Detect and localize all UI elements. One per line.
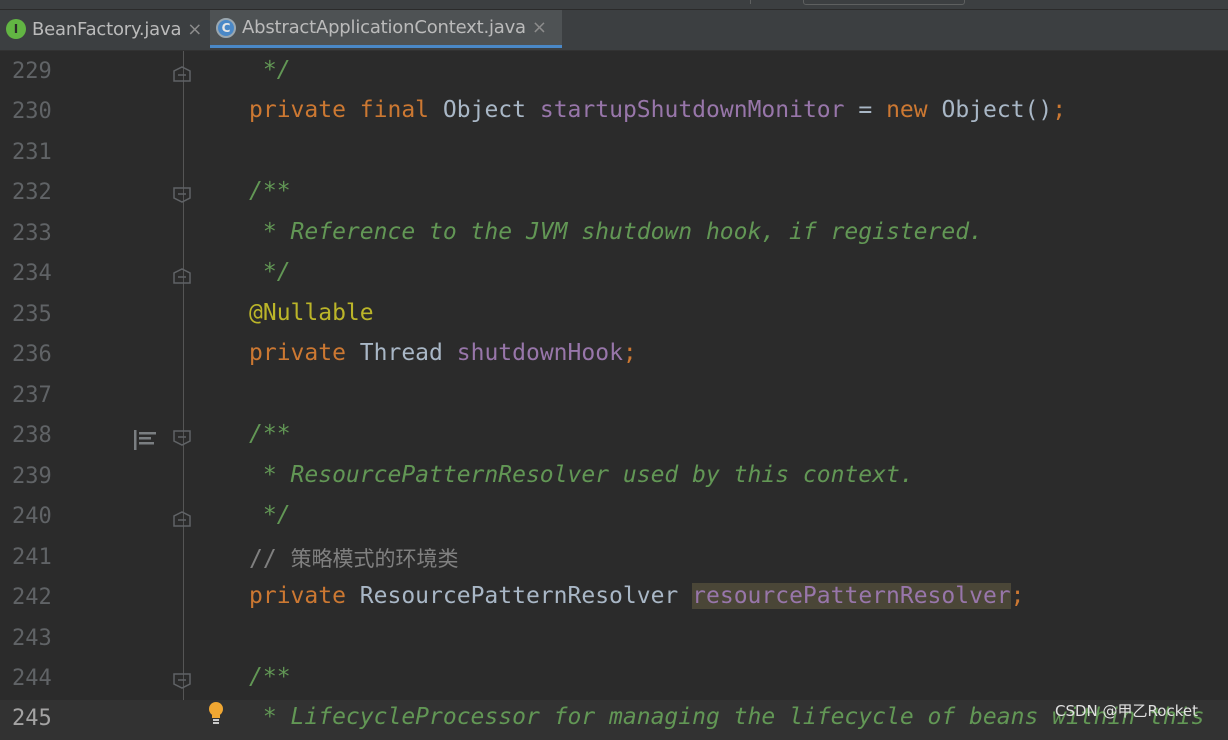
doc-comment: * Reference to the JVM shutdown hook, if…	[249, 219, 983, 245]
fold-end-icon[interactable]	[173, 268, 191, 284]
toolbar-separator	[750, 0, 751, 4]
line-number: 236	[12, 342, 52, 367]
line-number: 244	[12, 666, 52, 691]
toolbar-field[interactable]	[803, 0, 965, 5]
line-number: 233	[12, 221, 52, 246]
code-line-current: 245 * LifecycleProcessor for managing th…	[0, 700, 1228, 740]
constructor-call: Object()	[941, 97, 1053, 123]
type-name: Thread	[359, 340, 443, 366]
code-line: 244 /**	[0, 660, 1228, 700]
code-line: 242 private ResourcePatternResolver reso…	[0, 579, 1228, 619]
semicolon: ;	[1010, 583, 1025, 609]
line-number: 242	[12, 585, 52, 610]
doc-comment: /**	[249, 178, 291, 204]
code-line: 236 private Thread shutdownHook;	[0, 336, 1228, 376]
class-icon: C	[216, 17, 236, 38]
code-line: 231	[0, 134, 1228, 174]
doc-comment: */	[249, 259, 291, 285]
line-number: 235	[12, 302, 52, 327]
field-name: startupShutdownMonitor	[539, 97, 845, 123]
line-number: 241	[12, 545, 52, 570]
line-number: 237	[12, 383, 52, 408]
code-line: 238 /**	[0, 417, 1228, 457]
code-line: 234 */	[0, 255, 1228, 295]
line-number: 234	[12, 261, 52, 286]
line-number: 229	[12, 59, 52, 84]
line-number: 239	[12, 464, 52, 489]
field-name: shutdownHook	[456, 340, 623, 366]
code-editor[interactable]: 229 */ 230 private final Object startupS…	[0, 51, 1228, 740]
line-comment: 策略模式的环境类	[290, 547, 459, 571]
doc-comment: /**	[249, 664, 291, 690]
highlighted-field-name[interactable]: resourcePatternResolver	[692, 583, 1011, 609]
code-line: 243	[0, 620, 1228, 660]
doc-comment: /**	[249, 421, 291, 447]
tab-label: AbstractApplicationContext.java	[242, 17, 526, 38]
line-number: 232	[12, 180, 52, 205]
toolbar-strip	[0, 0, 1228, 10]
tab-beanfactory[interactable]: I BeanFactory.java ×	[0, 10, 208, 48]
tab-label: BeanFactory.java	[32, 18, 182, 40]
code-line: 233 * Reference to the JVM shutdown hook…	[0, 215, 1228, 255]
fold-start-icon[interactable]	[173, 430, 191, 446]
doc-comment: * ResourcePatternResolver used by this c…	[249, 462, 914, 488]
code-line: 232 /**	[0, 174, 1228, 214]
code-line: 235 @Nullable	[0, 296, 1228, 336]
render-doc-icon[interactable]	[133, 430, 157, 450]
fold-end-icon[interactable]	[173, 66, 191, 82]
code-line: 240 */	[0, 498, 1228, 538]
fold-start-icon[interactable]	[173, 187, 191, 203]
semicolon: ;	[622, 340, 637, 366]
doc-comment: */	[249, 57, 291, 83]
fold-end-icon[interactable]	[173, 511, 191, 527]
fold-start-icon[interactable]	[173, 673, 191, 689]
annotation: @Nullable	[249, 300, 374, 326]
type-name: ResourcePatternResolver	[359, 583, 679, 609]
keyword: private	[249, 583, 346, 609]
editor-tab-bar: I BeanFactory.java × C AbstractApplicati…	[0, 0, 1228, 51]
close-icon[interactable]: ×	[532, 17, 547, 38]
comment-slashes: //	[249, 546, 277, 572]
tab-abstractapplicationcontext[interactable]: C AbstractApplicationContext.java ×	[210, 10, 562, 48]
keyword: private	[249, 340, 346, 366]
keyword: new	[886, 97, 928, 123]
doc-comment: */	[249, 502, 291, 528]
line-number: 230	[12, 99, 52, 124]
code-line: 237	[0, 377, 1228, 417]
operator: =	[858, 97, 873, 123]
watermark: CSDN @甲乙Rocket	[1055, 702, 1198, 720]
code-line: 229 */	[0, 53, 1228, 93]
keyword: private	[249, 97, 346, 123]
code-line: 241 // 策略模式的环境类	[0, 539, 1228, 579]
lightbulb-icon[interactable]	[205, 700, 227, 726]
type-name: Object	[442, 97, 526, 123]
line-number: 238	[12, 423, 52, 448]
code-line: 230 private final Object startupShutdown…	[0, 93, 1228, 133]
keyword: final	[359, 97, 430, 123]
interface-icon: I	[6, 19, 26, 39]
code-line: 239 * ResourcePatternResolver used by th…	[0, 458, 1228, 498]
line-number: 243	[12, 626, 52, 651]
line-number: 231	[12, 140, 52, 165]
semicolon: ;	[1052, 97, 1067, 123]
line-number: 245	[12, 706, 52, 731]
line-number: 240	[12, 504, 52, 529]
close-icon[interactable]: ×	[187, 19, 202, 40]
